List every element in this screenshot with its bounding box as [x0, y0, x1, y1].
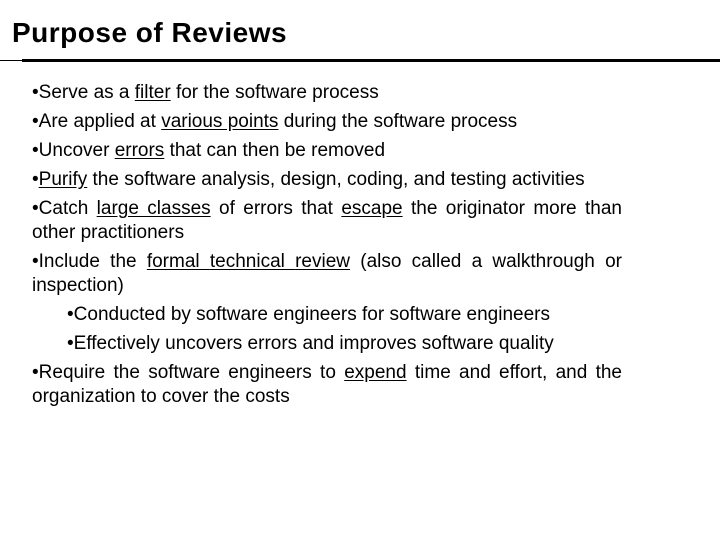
bullet-text: Are applied at: [38, 111, 162, 132]
emphasized-text: expend: [344, 362, 407, 383]
bullet-item: •Serve as a filter for the software proc…: [32, 81, 622, 105]
emphasized-text: various points: [161, 111, 279, 132]
bullet-text: Catch: [38, 198, 97, 219]
bullet-text: Serve as a: [38, 82, 135, 103]
bullet-item: •Require the software engineers to expen…: [32, 361, 622, 409]
bullet-icon: •: [32, 251, 39, 272]
sub-bullet-item: •Conducted by software engineers for sof…: [67, 303, 622, 327]
bullet-item: •Include the formal technical review (al…: [32, 250, 622, 298]
emphasized-text: filter: [134, 82, 171, 103]
emphasized-text: Purify: [38, 169, 88, 190]
emphasized-text: large classes: [96, 198, 211, 219]
bullet-item: •Uncover errors that can then be removed: [32, 139, 622, 163]
bullet-text: Uncover: [38, 140, 115, 161]
bullet-text: of errors that: [210, 198, 342, 219]
emphasized-text: formal: [146, 251, 210, 272]
bullet-text: Require the software engineers to: [38, 362, 345, 383]
bullet-text: Effectively uncovers errors and improves…: [73, 333, 554, 354]
bullet-icon: •: [32, 362, 39, 383]
bullet-item: •Purify the software analysis, design, c…: [32, 168, 622, 192]
bullet-icon: •: [32, 198, 39, 219]
bullet-icon: •: [32, 140, 39, 161]
emphasized-text: review: [295, 251, 351, 272]
bullet-text: that can then be removed: [164, 140, 386, 161]
bullet-item: •Are applied at various points during th…: [32, 110, 622, 134]
title-divider: [22, 59, 720, 62]
emphasized-text: escape: [341, 198, 403, 219]
bullet-icon: •: [32, 169, 39, 190]
slide-title: Purpose of Reviews: [12, 17, 288, 48]
bullet-icon: •: [32, 82, 39, 103]
bullet-icon: •: [32, 111, 39, 132]
bullet-text: Conducted by software engineers for soft…: [73, 304, 550, 325]
emphasized-text: errors: [114, 140, 165, 161]
bullet-icon: •: [67, 333, 74, 354]
bullet-text: during the software process: [278, 111, 518, 132]
bullet-icon: •: [67, 304, 74, 325]
bullet-text: for the software process: [170, 82, 379, 103]
sub-bullet-item: •Effectively uncovers errors and improve…: [67, 332, 622, 356]
bullet-text: Include the: [38, 251, 147, 272]
bullet-list: •Serve as a filter for the software proc…: [32, 81, 622, 414]
emphasized-text: technical: [209, 251, 296, 272]
title-divider-thin: [0, 60, 24, 61]
bullet-text: the software analysis, design, coding, a…: [87, 169, 585, 190]
bullet-item: •Catch large classes of errors that esca…: [32, 197, 622, 245]
